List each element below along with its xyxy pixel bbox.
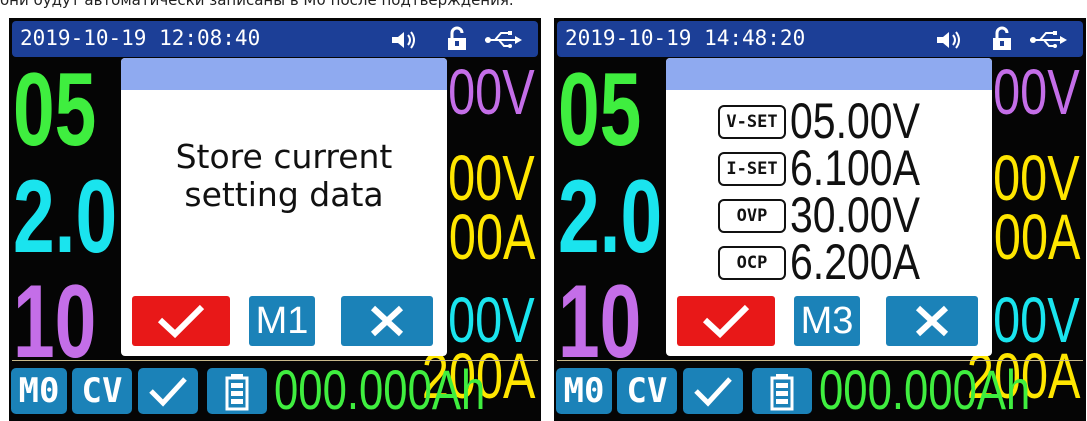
speaker-icon	[937, 31, 960, 49]
setting-label: OCP	[718, 246, 786, 280]
speaker-icon	[392, 31, 415, 49]
store-dialog: Store current setting data M1	[121, 58, 447, 356]
close-icon	[915, 305, 949, 337]
battery-badge	[207, 368, 267, 414]
set-voltage-readout: .00V	[434, 56, 535, 128]
dialog-header	[121, 58, 447, 90]
current-readout: 2.0	[13, 159, 118, 275]
setting-value: 6.100A	[790, 140, 920, 196]
memory-badge: M0	[556, 368, 612, 414]
usb-icon	[1030, 31, 1067, 48]
confirm-button[interactable]	[677, 296, 775, 346]
current-readout: 2.0	[558, 159, 663, 275]
setting-label: V-SET	[718, 105, 786, 139]
datetime: 2019-10-19 14:48:20	[565, 26, 806, 50]
dialog-prompt: Store current setting data	[121, 138, 447, 214]
prompt-line-2: setting data	[184, 175, 384, 214]
output-badge	[683, 368, 743, 414]
usb-icon	[485, 31, 522, 48]
power-readout: 10	[13, 264, 97, 380]
setting-value: 6.200A	[790, 234, 920, 290]
bottom-status-bar: M0 CV 000.000Ah	[554, 362, 1086, 420]
voltage-readout: 05	[13, 52, 97, 168]
recall-dialog: V-SET 05.00V I-SET 6.100A OVP 30.00V OCP…	[666, 58, 992, 356]
check-icon	[702, 304, 750, 339]
setting-value: 30.00V	[790, 187, 920, 243]
cv-badge: CV	[617, 368, 677, 414]
lock-icon	[993, 26, 1011, 50]
memory-slot-button[interactable]: M3	[794, 296, 860, 346]
setting-value: 05.00V	[790, 93, 920, 149]
output-badge	[138, 368, 198, 414]
device-screen-1: 2019-10-19 12:08:40 05 2.0 10 .00V .00V …	[9, 18, 541, 421]
cancel-button[interactable]	[886, 296, 978, 346]
set-voltage-readout: .00V	[979, 56, 1080, 128]
battery-badge	[752, 368, 812, 414]
check-icon	[157, 304, 205, 339]
memory-slot-button[interactable]: M1	[249, 296, 315, 346]
cv-badge: CV	[72, 368, 132, 414]
confirm-button[interactable]	[132, 296, 230, 346]
power-readout: 10	[558, 264, 642, 380]
setting-label: OVP	[718, 199, 786, 233]
dialog-header	[666, 58, 992, 90]
check-icon	[694, 377, 732, 407]
capacity-readout: 000.000Ah	[274, 358, 486, 421]
battery-icon	[225, 374, 249, 411]
datetime: 2019-10-19 12:08:40	[20, 26, 261, 50]
battery-icon	[770, 374, 794, 411]
prompt-line-1: Store current	[175, 137, 393, 176]
setting-label: I-SET	[718, 152, 786, 186]
device-screen-2: 2019-10-19 14:48:20 05 2.0 10 .00V .00V …	[554, 18, 1086, 421]
check-icon	[149, 377, 187, 407]
memory-badge: M0	[11, 368, 67, 414]
cancel-button[interactable]	[341, 296, 433, 346]
capacity-readout: 000.000Ah	[819, 358, 1031, 421]
close-icon	[370, 305, 404, 337]
caption-text: они будут автоматически записаны в M0 по…	[0, 0, 514, 9]
bottom-status-bar: M0 CV 000.000Ah	[9, 362, 541, 420]
lock-icon	[448, 26, 466, 50]
voltage-readout: 05	[558, 52, 642, 168]
